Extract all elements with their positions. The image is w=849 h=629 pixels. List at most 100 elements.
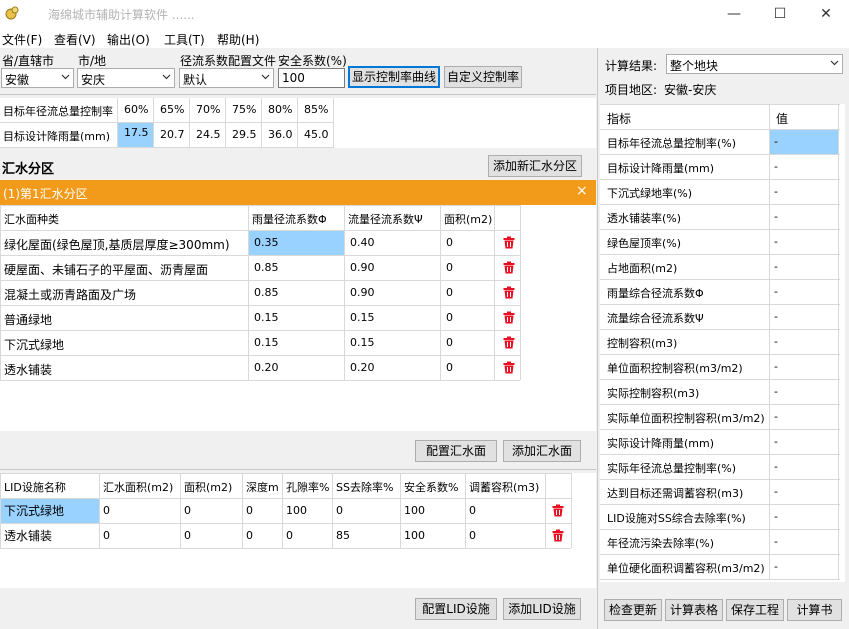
trash-icon[interactable]	[503, 236, 515, 249]
result-value-cell[interactable]: -	[770, 455, 838, 479]
safety-input[interactable]: 100	[278, 68, 345, 88]
lid-value-cell[interactable]: 0	[466, 499, 545, 523]
surface-value-cell[interactable]: 0	[441, 231, 494, 255]
result-value-cell[interactable]: -	[770, 405, 838, 429]
rate-cell[interactable]: 75%	[229, 103, 260, 116]
menu-view[interactable]: 查看(V)	[54, 31, 96, 48]
result-value-cell[interactable]: -	[770, 355, 838, 379]
rainfall-cell[interactable]: 45.0	[301, 128, 335, 141]
trash-icon[interactable]	[503, 336, 515, 349]
report-button[interactable]: 计算书	[787, 599, 842, 621]
result-value-cell[interactable]: -	[770, 255, 838, 279]
rate-cell[interactable]: 85%	[301, 103, 332, 116]
result-value-cell[interactable]: -	[770, 530, 838, 554]
add-lid-button[interactable]: 添加LID设施	[503, 598, 581, 620]
trash-icon[interactable]	[552, 504, 564, 517]
add-zone-button[interactable]: 添加新汇水分区	[488, 155, 582, 177]
coef-file-select[interactable]: 默认	[179, 68, 274, 88]
lid-value-cell[interactable]: 0	[100, 499, 180, 523]
lid-value-cell[interactable]: 0	[333, 499, 400, 523]
province-select[interactable]: 安徽	[1, 68, 74, 88]
rate-cell[interactable]: 60%	[121, 103, 152, 116]
calc-table-button[interactable]: 计算表格	[665, 599, 723, 621]
rate-cell[interactable]: 80%	[265, 103, 296, 116]
rainfall-cell[interactable]: 36.0	[265, 128, 299, 141]
lid-value-cell[interactable]: 0	[283, 524, 332, 548]
custom-rate-button[interactable]: 自定义控制率	[444, 66, 522, 88]
surface-value-cell[interactable]: 0.20	[249, 356, 344, 380]
check-update-button[interactable]: 检查更新	[604, 599, 662, 621]
lid-value-cell[interactable]: 0	[181, 524, 242, 548]
lid-value-cell[interactable]: 100	[401, 499, 465, 523]
trash-icon[interactable]	[552, 529, 564, 542]
zone-header[interactable]: (1)第1汇水分区 ×	[0, 180, 596, 205]
result-value-selected[interactable]: -	[770, 130, 838, 154]
result-value-cell[interactable]: -	[770, 430, 838, 454]
save-project-button[interactable]: 保存工程	[726, 599, 784, 621]
trash-icon[interactable]	[503, 286, 515, 299]
surface-value-cell[interactable]: 0.15	[345, 306, 440, 330]
surface-value-cell[interactable]: 0.15	[249, 306, 344, 330]
surface-value-cell[interactable]: 0	[441, 356, 494, 380]
lid-value-cell[interactable]: 85	[333, 524, 400, 548]
trash-icon[interactable]	[503, 361, 515, 374]
rainfall-cell[interactable]: 24.5	[193, 128, 227, 141]
trash-icon[interactable]	[503, 311, 515, 324]
config-surface-button[interactable]: 配置汇水面	[415, 440, 497, 462]
lid-value-cell[interactable]: 0	[181, 499, 242, 523]
result-value-cell[interactable]: -	[770, 555, 838, 579]
zone-close-icon[interactable]: ×	[576, 183, 588, 199]
surface-value-cell[interactable]: 0	[441, 256, 494, 280]
lid-value-cell[interactable]: 100	[283, 499, 332, 523]
rainfall-cell-selected[interactable]: 17.5	[118, 123, 153, 147]
surface-value-cell[interactable]: 0.85	[249, 281, 344, 305]
result-value-cell[interactable]: -	[770, 305, 838, 329]
splitter[interactable]	[597, 48, 598, 629]
surface-value-cell[interactable]: 0.90	[345, 281, 440, 305]
lid-value-cell[interactable]: 0	[100, 524, 180, 548]
result-value-cell[interactable]: -	[770, 330, 838, 354]
menu-help[interactable]: 帮助(H)	[217, 31, 259, 48]
result-value: 整个地块	[670, 59, 719, 73]
rate-cell[interactable]: 70%	[193, 103, 224, 116]
surface-value-cell[interactable]: 0.20	[345, 356, 440, 380]
result-value-cell[interactable]: -	[770, 155, 838, 179]
surface-value-cell[interactable]: 0.40	[345, 231, 440, 255]
lid-cell-selected[interactable]: 下沉式绿地	[1, 499, 99, 523]
result-value-cell[interactable]: -	[770, 480, 838, 504]
surface-value-cell[interactable]: 0	[441, 306, 494, 330]
lid-name-cell[interactable]: 透水铺装	[1, 524, 99, 548]
surface-value-cell[interactable]: 0.15	[249, 331, 344, 355]
rate-cell[interactable]: 65%	[157, 103, 188, 116]
result-value-cell[interactable]: -	[770, 205, 838, 229]
lid-value-cell[interactable]: 100	[401, 524, 465, 548]
config-lid-button[interactable]: 配置LID设施	[415, 598, 497, 620]
maximize-button[interactable]: ☐	[757, 0, 803, 28]
surface-value-cell[interactable]: 0	[441, 281, 494, 305]
rainfall-cell[interactable]: 29.5	[229, 128, 263, 141]
lid-value-cell[interactable]: 0	[243, 524, 282, 548]
surface-cell-selected[interactable]: 0.35	[249, 231, 344, 255]
surface-value-cell[interactable]: 0.15	[345, 331, 440, 355]
result-value-cell[interactable]: -	[770, 380, 838, 404]
result-value-cell[interactable]: -	[770, 280, 838, 304]
minimize-button[interactable]: —	[711, 0, 757, 28]
result-select[interactable]: 整个地块	[666, 54, 843, 74]
lid-value-cell[interactable]: 0	[466, 524, 545, 548]
lid-value-cell[interactable]: 0	[243, 499, 282, 523]
result-value-cell[interactable]: -	[770, 230, 838, 254]
result-value-cell[interactable]: -	[770, 180, 838, 204]
result-value-cell[interactable]: -	[770, 505, 838, 529]
close-button[interactable]: ✕	[803, 0, 849, 28]
surface-value-cell[interactable]: 0.85	[249, 256, 344, 280]
add-surface-button[interactable]: 添加汇水面	[503, 440, 581, 462]
surface-value-cell[interactable]: 0.90	[345, 256, 440, 280]
city-select[interactable]: 安庆	[77, 68, 175, 88]
show-curve-button[interactable]: 显示控制率曲线	[348, 66, 440, 88]
menu-tools[interactable]: 工具(T)	[164, 31, 205, 48]
trash-icon[interactable]	[503, 261, 515, 274]
menu-output[interactable]: 输出(O)	[107, 31, 150, 48]
surface-value-cell[interactable]: 0	[441, 331, 494, 355]
menu-file[interactable]: 文件(F)	[2, 31, 42, 48]
rainfall-cell[interactable]: 20.7	[157, 128, 191, 141]
